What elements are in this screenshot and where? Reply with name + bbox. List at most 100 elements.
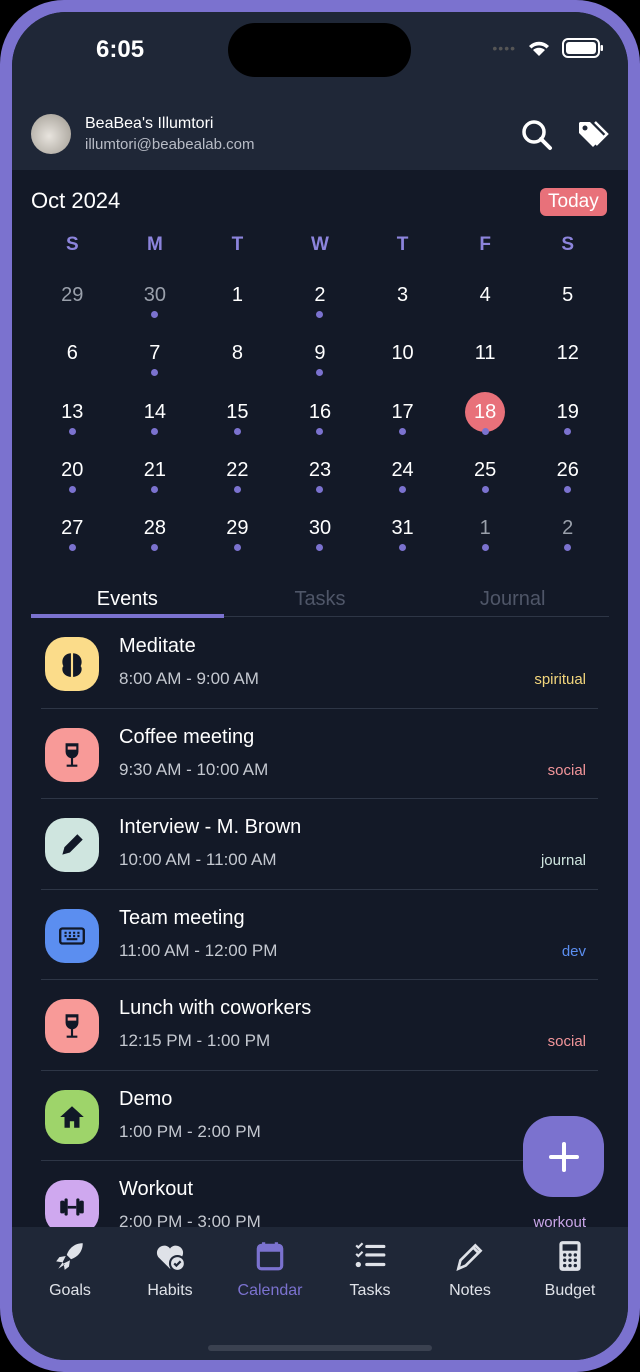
- calendar-day[interactable]: 26: [526, 439, 609, 497]
- calendar-day[interactable]: 31: [361, 497, 444, 555]
- day-number: 30: [308, 517, 332, 540]
- event-item[interactable]: Team meeting 11:00 AM - 12:00 PM dev: [41, 890, 598, 980]
- event-dot: [399, 427, 407, 435]
- event-item[interactable]: Coffee meeting 9:30 AM - 10:00 AM social: [41, 709, 598, 799]
- tab-tasks[interactable]: Tasks: [224, 577, 417, 616]
- event-time: 1:00 PM - 2:00 PM: [119, 1121, 261, 1141]
- today-button[interactable]: Today: [540, 188, 607, 216]
- app-header: BeaBea's Illumtori illumtori@beabealab.c…: [12, 102, 628, 170]
- calendar-grid: S M T W T F S 29 30 1 2 3 4 5 6 7 8 9 10 11 12 13 14 15 16 17 18 19…: [31, 234, 609, 555]
- tab-events[interactable]: Events: [31, 577, 224, 618]
- checklist-icon: [355, 1242, 386, 1268]
- day-number: 18: [465, 391, 506, 432]
- phone-frame: 6:05 •••• BeaBea's Illumtori illumtori@b…: [0, 0, 640, 1372]
- day-number: 26: [556, 458, 579, 481]
- event-icon-badge: [45, 999, 99, 1053]
- calendar-day[interactable]: 5: [526, 264, 609, 322]
- calendar-day[interactable]: 1: [444, 497, 527, 555]
- calendar-day[interactable]: 27: [31, 497, 114, 555]
- nav-habits[interactable]: Habits: [120, 1227, 220, 1360]
- calendar-day[interactable]: 10: [361, 322, 444, 380]
- status-bar: 6:05 ••••: [12, 12, 628, 102]
- search-icon[interactable]: [520, 118, 554, 152]
- calendar-day[interactable]: 3: [361, 264, 444, 322]
- calendar-day[interactable]: 17: [361, 381, 444, 439]
- calendar-day[interactable]: 24: [361, 439, 444, 497]
- event-icon-badge: [45, 637, 99, 691]
- day-number: 9: [314, 342, 326, 365]
- event-list: Meditate 8:00 AM - 9:00 AM spiritual Coffee…: [41, 618, 598, 1252]
- add-event-button[interactable]: [523, 1116, 604, 1197]
- event-tag: social: [547, 761, 586, 779]
- nav-label: Tasks: [349, 1282, 391, 1299]
- tag-icon[interactable]: [576, 118, 610, 152]
- nav-tasks[interactable]: Tasks: [320, 1227, 420, 1360]
- calendar-day[interactable]: 13: [31, 381, 114, 439]
- calendar-day[interactable]: 29: [31, 264, 114, 322]
- calendar-day[interactable]: 14: [114, 381, 197, 439]
- event-item[interactable]: Demo1:00 PM - 2:00 PMg: [41, 1071, 598, 1161]
- weekday-label: T: [231, 234, 244, 255]
- wine-glass-icon: [65, 742, 79, 767]
- nav-budget[interactable]: Budget: [520, 1227, 620, 1360]
- event-tag: dev: [561, 942, 586, 960]
- calendar-day[interactable]: 23: [279, 439, 362, 497]
- calendar-day[interactable]: 19: [526, 381, 609, 439]
- calendar-day[interactable]: 6: [31, 322, 114, 380]
- calendar-day[interactable]: 12: [526, 322, 609, 380]
- day-number: 20: [61, 458, 84, 481]
- day-number: 4: [479, 284, 491, 306]
- calendar-day[interactable]: 2: [279, 264, 362, 322]
- calendar-day[interactable]: 15: [196, 381, 279, 439]
- day-number: 27: [61, 517, 84, 540]
- calendar-day-selected[interactable]: 18: [444, 381, 527, 439]
- event-dot: [151, 369, 159, 377]
- day-number: 6: [66, 342, 78, 365]
- event-item[interactable]: Interview - M. Brown 10:00 AM - 11:00 AM j…: [41, 799, 598, 890]
- calendar-day[interactable]: 11: [444, 322, 527, 380]
- day-number: 28: [143, 517, 166, 540]
- calendar-day[interactable]: 20: [31, 439, 114, 497]
- calendar-day[interactable]: 30: [279, 497, 362, 555]
- event-time: 11:00 AM - 12:00 PM: [119, 940, 278, 960]
- calendar-day[interactable]: 21: [114, 439, 197, 497]
- home-indicator: [208, 1345, 432, 1351]
- event-dot: [151, 544, 159, 552]
- status-time: 6:05: [96, 36, 145, 63]
- event-icon-badge: [45, 818, 99, 872]
- event-dot: [316, 485, 324, 493]
- calendar-day[interactable]: 2: [526, 497, 609, 555]
- day-number: 24: [391, 458, 414, 481]
- nav-label: Habits: [147, 1282, 193, 1299]
- heart-check-icon: [156, 1245, 186, 1272]
- event-dot: [233, 427, 241, 435]
- calendar-day[interactable]: 7: [114, 322, 197, 380]
- calendar-day[interactable]: 1: [196, 264, 279, 322]
- avatar[interactable]: [31, 114, 71, 154]
- event-time: 9:30 AM - 10:00 AM: [119, 759, 269, 779]
- tab-journal[interactable]: Journal: [416, 577, 609, 616]
- day-number: 14: [143, 400, 166, 423]
- weekday-label: M: [146, 234, 163, 255]
- calendar-day[interactable]: 8: [196, 322, 279, 380]
- calendar-day[interactable]: 25: [444, 439, 527, 497]
- calendar-day[interactable]: 28: [114, 497, 197, 555]
- nav-calendar[interactable]: Calendar: [220, 1227, 320, 1360]
- nav-notes[interactable]: Notes: [420, 1227, 520, 1360]
- event-dot: [151, 311, 159, 318]
- pencil-icon: [456, 1243, 483, 1272]
- calendar-day[interactable]: 30: [114, 264, 197, 322]
- calendar-day[interactable]: 22: [196, 439, 279, 497]
- wine-glass-icon: [65, 1014, 79, 1038]
- calendar-day[interactable]: 4: [444, 264, 527, 322]
- calendar-day[interactable]: 29: [196, 497, 279, 555]
- calendar-day[interactable]: 16: [279, 381, 362, 439]
- event-item[interactable]: Meditate 8:00 AM - 9:00 AM spiritual: [41, 618, 598, 709]
- nav-goals[interactable]: Goals: [20, 1227, 120, 1360]
- event-item[interactable]: Lunch with coworkers 12:15 PM - 1:00 PM so…: [41, 980, 598, 1071]
- dumbbell-icon: [60, 1198, 84, 1216]
- day-number: 22: [226, 458, 249, 481]
- calendar-day[interactable]: 9: [279, 322, 362, 380]
- screen: 6:05 •••• BeaBea's Illumtori illumtori@b…: [12, 12, 628, 1360]
- day-number: 29: [61, 284, 84, 306]
